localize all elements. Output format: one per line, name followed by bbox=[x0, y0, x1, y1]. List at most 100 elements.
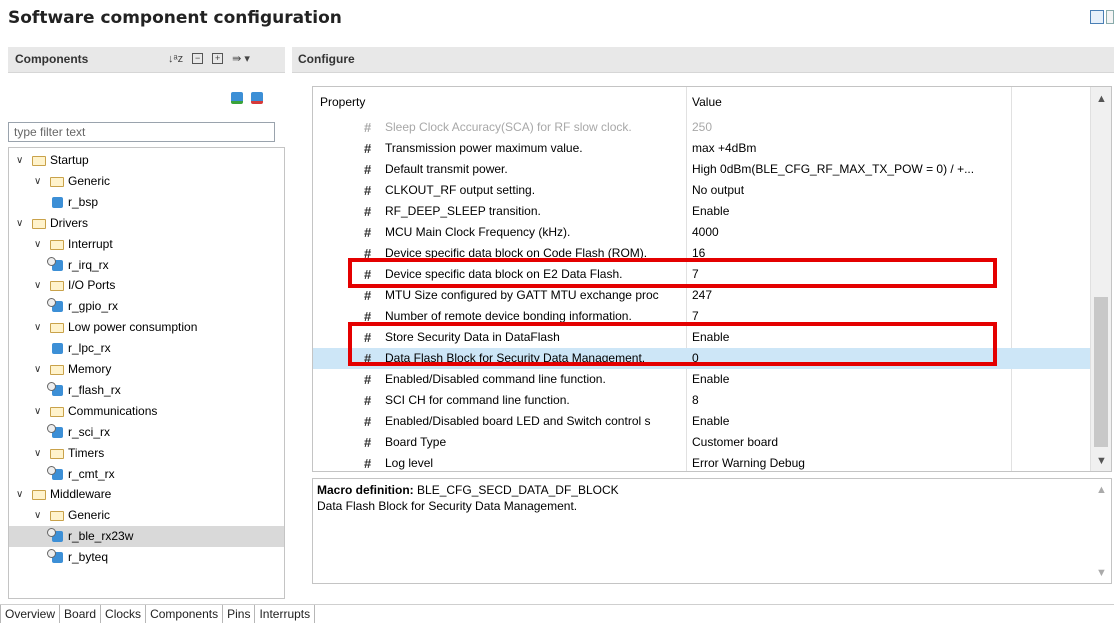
macro-hash-icon: # bbox=[364, 372, 372, 387]
description-scrollbar[interactable]: ▲ ▼ bbox=[1091, 479, 1111, 583]
tree-component[interactable]: r_gpio_rx bbox=[9, 296, 284, 317]
property-value[interactable]: Error Warning Debug bbox=[692, 453, 1010, 471]
chevron-down-icon[interactable]: ∨ bbox=[34, 317, 41, 338]
chevron-down-icon[interactable]: ∨ bbox=[34, 359, 41, 380]
chevron-down-icon[interactable]: ∨ bbox=[34, 234, 41, 255]
column-header-property[interactable]: Property bbox=[320, 87, 366, 117]
property-row[interactable]: # MCU Main Clock Frequency (kHz). 4000 bbox=[313, 222, 1091, 243]
property-value[interactable]: max +4dBm bbox=[692, 138, 1010, 159]
property-row[interactable]: # Board Type Customer board bbox=[313, 432, 1091, 453]
property-row[interactable]: # Log level Error Warning Debug bbox=[313, 453, 1091, 471]
chevron-down-icon[interactable]: ∨ bbox=[34, 401, 41, 422]
property-value[interactable]: 8 bbox=[692, 390, 1010, 411]
tree-label: r_cmt_rx bbox=[68, 466, 115, 481]
property-row[interactable]: # RF_DEEP_SLEEP transition. Enable bbox=[313, 201, 1091, 222]
tree-folder[interactable]: ∨ Generic bbox=[9, 171, 284, 192]
tree-folder[interactable]: ∨ I/O Ports bbox=[9, 275, 284, 296]
remove-component-icon[interactable] bbox=[251, 92, 263, 104]
filter-input[interactable]: type filter text bbox=[8, 122, 275, 142]
tree-label: Communications bbox=[68, 403, 158, 418]
tree-folder[interactable]: ∨ Memory bbox=[9, 359, 284, 380]
scroll-thumb[interactable] bbox=[1094, 297, 1108, 447]
tab-components[interactable]: Components bbox=[146, 605, 224, 623]
tree-component[interactable]: r_ble_rx23w bbox=[9, 526, 284, 548]
folder-icon bbox=[50, 511, 64, 522]
property-name: MCU Main Clock Frequency (kHz). bbox=[385, 225, 571, 239]
tree-component[interactable]: r_flash_rx bbox=[9, 380, 284, 401]
property-row[interactable]: # SCI CH for command line function. 8 bbox=[313, 390, 1091, 411]
property-row[interactable]: # Enabled/Disabled command line function.… bbox=[313, 369, 1091, 390]
add-component-icon[interactable] bbox=[231, 92, 243, 104]
scroll-down-icon[interactable]: ▼ bbox=[1096, 567, 1107, 579]
property-value[interactable]: 4000 bbox=[692, 222, 1010, 243]
page-title: Software component configuration bbox=[8, 8, 342, 28]
tree-folder[interactable]: ∨ Generic bbox=[9, 505, 284, 526]
macro-hash-icon: # bbox=[364, 435, 372, 450]
sort-alpha-icon[interactable]: ↓ᵃz bbox=[168, 53, 183, 65]
property-value[interactable]: Customer board bbox=[692, 432, 1010, 453]
property-row[interactable]: # Default transmit power. High 0dBm(BLE_CF… bbox=[313, 159, 1091, 180]
tree-folder[interactable]: ∨ Communications bbox=[9, 401, 284, 422]
property-value[interactable]: 247 bbox=[692, 285, 1010, 306]
property-row[interactable]: # CLKOUT_RF output setting. No output bbox=[313, 180, 1091, 201]
tree-label: Memory bbox=[68, 362, 112, 376]
table-scrollbar[interactable]: ▲ ▼ bbox=[1090, 87, 1111, 471]
property-row[interactable]: # MTU Size configured by GATT MTU exchang… bbox=[313, 285, 1091, 306]
chevron-down-icon[interactable]: ∨ bbox=[34, 505, 41, 526]
tree-component[interactable]: r_byteq bbox=[9, 547, 284, 568]
property-row[interactable]: # Enabled/Disabled board LED and Switch c… bbox=[313, 411, 1091, 432]
scroll-up-icon[interactable]: ▲ bbox=[1096, 93, 1107, 105]
folder-icon bbox=[50, 365, 64, 375]
tree-folder[interactable]: ∨ Startup bbox=[9, 150, 284, 171]
tree-folder[interactable]: ∨ Interrupt bbox=[9, 234, 284, 255]
folder-icon bbox=[50, 239, 64, 250]
collapse-all-icon[interactable]: − bbox=[192, 53, 204, 64]
property-value[interactable]: High 0dBm(BLE_CFG_RF_MAX_TX_POW = 0) / +… bbox=[692, 159, 1010, 180]
chevron-down-icon[interactable]: ∨ bbox=[16, 150, 23, 171]
view-menu-icon[interactable]: ⇛ ▾ bbox=[232, 52, 250, 65]
property-row[interactable]: # Transmission power maximum value. max +4… bbox=[313, 138, 1091, 159]
property-value[interactable]: 250 bbox=[692, 117, 1010, 138]
tab-pins[interactable]: Pins bbox=[223, 605, 256, 623]
tree-folder[interactable]: ∨ Drivers bbox=[9, 213, 284, 234]
tree-label: Timers bbox=[68, 445, 105, 460]
scroll-up-icon[interactable]: ▲ bbox=[1096, 484, 1107, 496]
tab-clocks[interactable]: Clocks bbox=[101, 605, 147, 623]
chevron-down-icon[interactable]: ∨ bbox=[16, 484, 23, 505]
macro-hash-icon: # bbox=[364, 414, 372, 429]
tree-label: Middleware bbox=[50, 487, 112, 502]
tree-component[interactable]: r_sci_rx bbox=[9, 422, 284, 443]
tab-interrupts[interactable]: Interrupts bbox=[255, 605, 316, 623]
components-toolbar: ↓ᵃz − + ⇛ ▾ bbox=[168, 52, 250, 66]
tree-folder[interactable]: ∨ Low power consumption bbox=[9, 317, 284, 338]
component-icon bbox=[47, 528, 63, 543]
property-value[interactable]: Enable bbox=[692, 411, 1010, 432]
tree-component[interactable]: r_irq_rx bbox=[9, 255, 284, 276]
generate-code-icon[interactable] bbox=[1090, 10, 1104, 24]
property-name: Log level bbox=[385, 456, 434, 470]
column-header-value[interactable]: Value bbox=[692, 87, 722, 117]
chevron-down-icon[interactable]: ∨ bbox=[34, 443, 41, 464]
tree-component[interactable]: r_bsp bbox=[9, 192, 284, 213]
expand-all-icon[interactable]: + bbox=[212, 53, 224, 64]
tab-board[interactable]: Board bbox=[60, 605, 102, 623]
editor-tabs: Overview Board Clocks Components Pins Interru… bbox=[0, 604, 1114, 624]
property-value[interactable]: No output bbox=[692, 180, 1010, 201]
property-name: Enabled/Disabled board LED and Switch co… bbox=[385, 414, 651, 428]
tree-component[interactable]: r_cmt_rx bbox=[9, 464, 284, 485]
property-value[interactable]: Enable bbox=[692, 201, 1010, 222]
tree-folder[interactable]: ∨ Timers bbox=[9, 443, 284, 464]
scroll-down-icon[interactable]: ▼ bbox=[1096, 455, 1107, 467]
chevron-down-icon[interactable]: ∨ bbox=[34, 171, 41, 192]
report-icon[interactable] bbox=[1106, 10, 1114, 24]
component-icon bbox=[47, 465, 63, 480]
tab-overview[interactable]: Overview bbox=[0, 605, 61, 623]
tree-folder[interactable]: ∨ Middleware bbox=[9, 484, 284, 505]
property-row[interactable]: # Sleep Clock Accuracy(SCA) for RF slow c… bbox=[313, 117, 1091, 138]
chevron-down-icon[interactable]: ∨ bbox=[16, 213, 23, 234]
tree-component[interactable]: r_lpc_rx bbox=[9, 338, 284, 359]
macro-name: BLE_CFG_SECD_DATA_DF_BLOCK bbox=[417, 483, 619, 497]
chevron-down-icon[interactable]: ∨ bbox=[34, 275, 41, 296]
property-value[interactable]: Enable bbox=[692, 369, 1010, 390]
tree-label: I/O Ports bbox=[68, 278, 116, 293]
